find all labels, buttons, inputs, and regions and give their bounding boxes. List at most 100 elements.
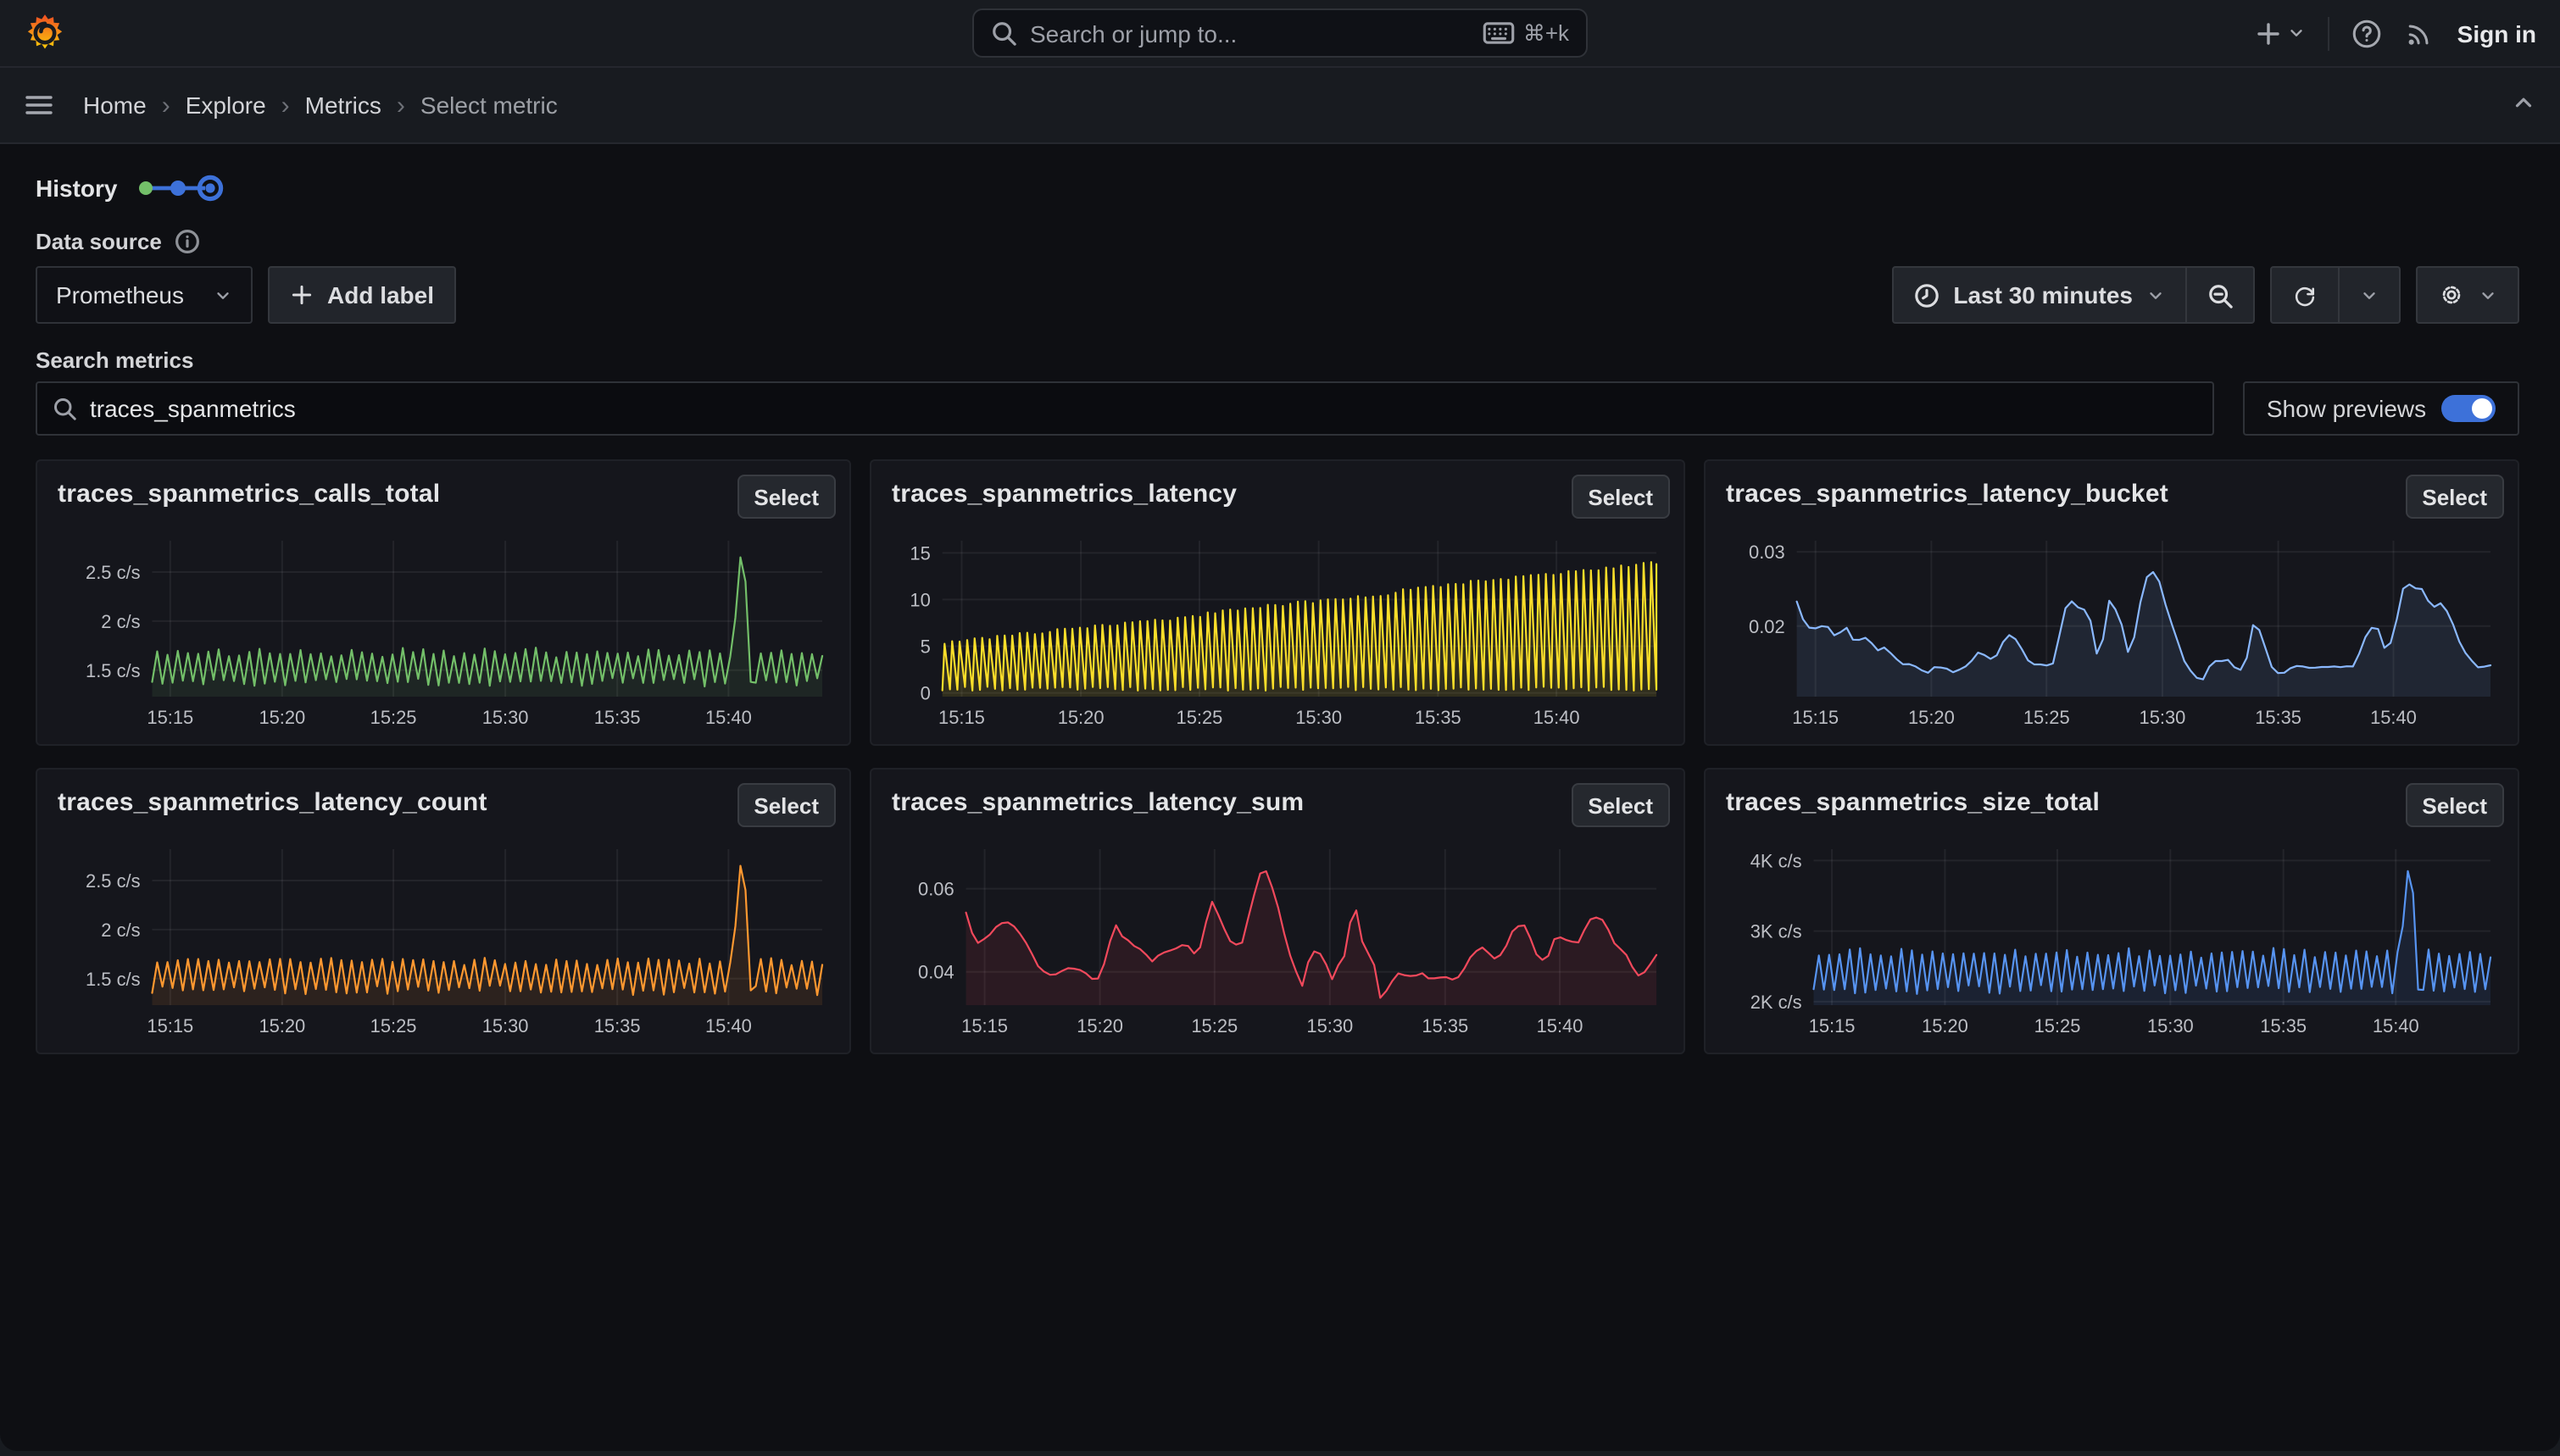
metric-panel: traces_spanmetrics_latency_bucket Select… [1704, 459, 2519, 746]
breadcrumb-home[interactable]: Home [83, 92, 147, 119]
time-range-label: Last 30 minutes [1953, 281, 2133, 308]
global-search-placeholder: Search or jump to... [1030, 19, 1237, 47]
breadcrumb-separator: › [281, 92, 290, 118]
svg-text:15:25: 15:25 [1177, 707, 1223, 728]
select-metric-button[interactable]: Select [737, 475, 836, 519]
panel-title: traces_spanmetrics_latency_count [58, 783, 487, 817]
svg-text:15:15: 15:15 [938, 707, 985, 728]
svg-text:2.5 c/s: 2.5 c/s [86, 562, 141, 583]
panel-title: traces_spanmetrics_calls_total [58, 475, 440, 508]
panel-header: traces_spanmetrics_calls_total Select [37, 461, 849, 519]
chevron-down-icon [2360, 286, 2379, 304]
metric-preview-chart[interactable]: 15:1515:2015:2515:3015:3515:400.020.03 [1719, 534, 2501, 737]
svg-text:15:20: 15:20 [1058, 707, 1105, 728]
sign-in-link[interactable]: Sign in [2457, 19, 2536, 47]
metric-panel: traces_spanmetrics_size_total Select 15:… [1704, 768, 2519, 1054]
add-label-text: Add label [327, 281, 434, 308]
svg-text:15:35: 15:35 [1415, 707, 1461, 728]
menu-icon [24, 90, 54, 120]
breadcrumb-separator: › [397, 92, 405, 118]
svg-text:15:40: 15:40 [2373, 1015, 2419, 1036]
svg-text:15:35: 15:35 [594, 1015, 641, 1036]
metrics-search-box [36, 381, 2214, 436]
select-metric-button[interactable]: Select [2405, 783, 2504, 827]
chevron-up-icon [2511, 90, 2536, 115]
svg-text:15:35: 15:35 [1422, 1015, 1468, 1036]
refresh-group [2270, 266, 2401, 324]
breadcrumb-metrics[interactable]: Metrics [305, 92, 381, 119]
history-steps-icon[interactable] [134, 171, 229, 205]
refresh-interval-button[interactable] [2340, 266, 2401, 324]
svg-text:15:30: 15:30 [1295, 707, 1342, 728]
metric-preview-chart[interactable]: 15:1515:2015:2515:3015:3515:401.5 c/s2 c… [51, 842, 832, 1046]
time-range-button[interactable]: Last 30 minutes [1892, 266, 2187, 324]
news-button[interactable] [2405, 18, 2435, 48]
select-metric-button[interactable]: Select [737, 783, 836, 827]
keyboard-icon [1483, 22, 1515, 44]
svg-text:15:40: 15:40 [1533, 707, 1580, 728]
grafana-app: Search or jump to... ⌘+k [0, 0, 2560, 1456]
rss-icon [2405, 18, 2435, 48]
svg-text:15:30: 15:30 [482, 1015, 529, 1036]
svg-text:15:20: 15:20 [1908, 707, 1955, 728]
mega-menu-button[interactable] [24, 90, 54, 120]
svg-text:15:20: 15:20 [259, 1015, 305, 1036]
timeseries-chart: 15:1515:2015:2515:3015:3515:40051015 [885, 534, 1667, 737]
svg-text:15:40: 15:40 [1537, 1015, 1583, 1036]
svg-text:0: 0 [921, 683, 931, 704]
chevron-down-icon [2479, 286, 2497, 304]
help-icon [2352, 18, 2383, 48]
history-label: History [36, 175, 117, 202]
zoom-out-time-button[interactable] [2187, 266, 2255, 324]
metric-preview-chart[interactable]: 15:1515:2015:2515:3015:3515:400.040.06 [885, 842, 1667, 1046]
chevron-down-icon [2146, 286, 2165, 304]
panel-header: traces_spanmetrics_latency_bucket Select [1706, 461, 2518, 519]
svg-text:15: 15 [910, 542, 930, 564]
svg-text:15:30: 15:30 [2140, 707, 2186, 728]
search-metrics-label: Search metrics [36, 347, 2519, 375]
svg-text:0.06: 0.06 [918, 879, 954, 900]
history-row: History [36, 173, 2519, 203]
time-range-group: Last 30 minutes [1892, 266, 2255, 324]
metric-preview-chart[interactable]: 15:1515:2015:2515:3015:3515:40051015 [885, 534, 1667, 737]
chevron-down-icon [2288, 24, 2307, 42]
metrics-search-input[interactable] [90, 395, 2197, 422]
svg-text:0.04: 0.04 [918, 962, 954, 983]
grafana-logo[interactable] [24, 12, 66, 54]
metrics-grid: traces_spanmetrics_calls_total Select 15… [36, 459, 2519, 1054]
settings-button[interactable] [2416, 266, 2519, 324]
panel-title: traces_spanmetrics_latency_sum [892, 783, 1304, 817]
collapse-controls-button[interactable] [2511, 90, 2536, 120]
select-metric-button[interactable]: Select [1571, 475, 1670, 519]
show-previews-toggle[interactable] [2441, 395, 2496, 422]
explore-metrics-content: History Data source Prometheus [0, 142, 2560, 1451]
svg-text:15:25: 15:25 [370, 707, 417, 728]
select-metric-button[interactable]: Select [1571, 783, 1670, 827]
breadcrumb-explore[interactable]: Explore [186, 92, 266, 119]
select-metric-button[interactable]: Select [2405, 475, 2504, 519]
add-label-button[interactable]: Add label [268, 266, 456, 324]
refresh-button[interactable] [2270, 266, 2340, 324]
svg-text:15:20: 15:20 [1922, 1015, 1968, 1036]
left-controls: Prometheus Add label [36, 266, 456, 324]
svg-text:1.5 c/s: 1.5 c/s [86, 969, 141, 990]
metric-preview-chart[interactable]: 15:1515:2015:2515:3015:3515:402K c/s3K c… [1719, 842, 2501, 1046]
svg-text:15:25: 15:25 [1191, 1015, 1238, 1036]
timeseries-chart: 15:1515:2015:2515:3015:3515:402K c/s3K c… [1719, 842, 2501, 1046]
gear-icon [2438, 281, 2465, 308]
info-icon [175, 228, 201, 253]
metric-panel: traces_spanmetrics_calls_total Select 15… [36, 459, 851, 746]
breadcrumb: Home › Explore › Metrics › Select metric [83, 92, 558, 119]
data-source-label-row: Data source [36, 227, 2519, 254]
panel-header: traces_spanmetrics_size_total Select [1706, 770, 2518, 827]
help-button[interactable] [2352, 18, 2383, 48]
global-search[interactable]: Search or jump to... ⌘+k [972, 8, 1588, 58]
new-menu-button[interactable] [2256, 19, 2307, 47]
metric-preview-chart[interactable]: 15:1515:2015:2515:3015:3515:401.5 c/s2 c… [51, 534, 832, 737]
top-bar-divider [2329, 16, 2330, 50]
data-source-picker[interactable]: Prometheus [36, 266, 253, 324]
svg-text:15:30: 15:30 [2147, 1015, 2194, 1036]
chevron-down-icon [214, 286, 232, 304]
top-bar: Search or jump to... ⌘+k [0, 0, 2560, 66]
clock-icon [1914, 282, 1939, 308]
